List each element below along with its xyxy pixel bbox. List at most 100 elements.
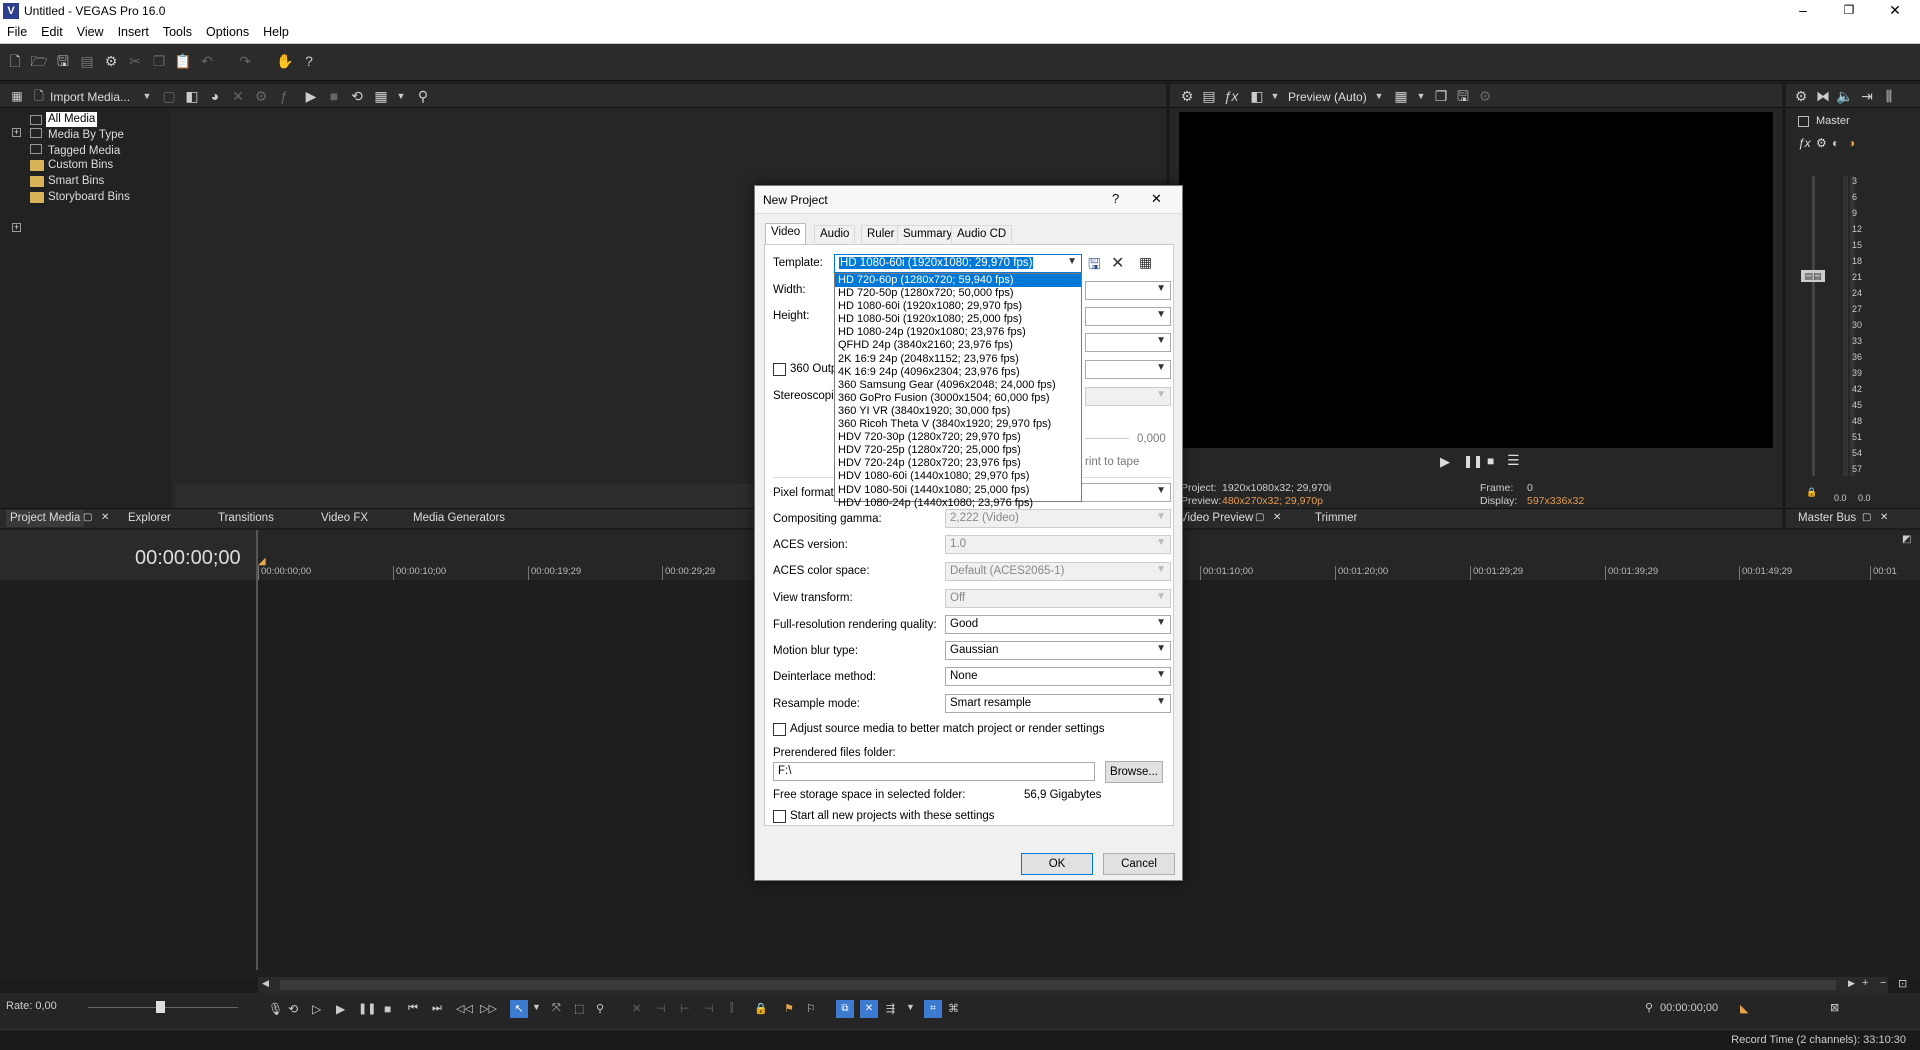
import-media-icon[interactable]: 🗋 <box>30 87 48 105</box>
tab-video-fx[interactable]: Video FX <box>321 512 368 524</box>
tab-project-media[interactable]: Project Media <box>6 510 85 527</box>
dim-output-icon[interactable]: ⇥ <box>1858 87 1876 105</box>
go-to-end-icon[interactable]: ⏭ <box>432 1002 442 1015</box>
get-media-icon[interactable]: ◧ <box>183 87 201 105</box>
dialog-help-button[interactable]: ? <box>1112 191 1119 206</box>
redo-icon[interactable]: ↷ <box>236 52 254 70</box>
timeline-marker-icon[interactable]: ◩ <box>1902 534 1911 545</box>
template-option[interactable]: HDV 720-25p (1280x720; 25,000 fps) <box>835 444 1081 457</box>
settings-wheel-icon[interactable]: ⚙ <box>1476 87 1494 105</box>
template-option[interactable]: HDV 1080-60i (1440x1080; 29,970 fps) <box>835 470 1081 483</box>
close-window-button[interactable]: ✕ <box>1872 0 1918 22</box>
go-to-start-icon[interactable]: ⏮ <box>408 1002 418 1015</box>
ripple-dropdown-icon[interactable]: ▼ <box>906 1002 915 1012</box>
template-option[interactable]: 360 Ricoh Theta V (3840x1920; 29,970 fps… <box>835 418 1081 431</box>
remove-media-icon[interactable]: ✕ <box>229 87 247 105</box>
preview-menu-icon[interactable]: ☰ <box>1507 452 1520 469</box>
menu-insert[interactable]: Insert <box>111 22 156 42</box>
previous-frame-icon[interactable]: ◁◁ <box>456 1002 473 1015</box>
preview-pause-icon[interactable]: ❚❚ <box>1463 454 1483 468</box>
delete-icon[interactable]: ✕ <box>632 1002 641 1015</box>
tab-maximize-icon[interactable]: ▢ <box>83 512 92 523</box>
zoom-in-icon[interactable]: + <box>1862 977 1868 989</box>
template-option[interactable]: HDV 720-30p (1280x720; 29,970 fps) <box>835 431 1081 444</box>
aces-color-space-dropdown[interactable]: Default (ACES2065-1) ▼ <box>945 562 1171 581</box>
tab-summary[interactable]: Summary <box>897 225 959 243</box>
zoom-tool-icon[interactable]: ⚲ <box>596 1002 604 1015</box>
view-mode-icon[interactable]: ▦ <box>372 87 390 105</box>
ok-button[interactable]: OK <box>1021 853 1093 875</box>
tree-all-media[interactable]: All Media <box>46 112 98 127</box>
360-output-checkbox[interactable] <box>773 363 786 376</box>
play-icon[interactable]: ▶ <box>336 1002 345 1016</box>
adjust-source-checkbox[interactable] <box>773 723 786 736</box>
template-option[interactable]: 360 YI VR (3840x1920; 30,000 fps) <box>835 405 1081 418</box>
width-field[interactable]: ▼ <box>1085 281 1171 300</box>
timeline-hscroll[interactable]: ◀ ▶ <box>258 977 1888 993</box>
pause-icon[interactable]: ❚❚ <box>358 1002 376 1015</box>
template-option[interactable]: HDV 1080-50i (1440x1080; 25,000 fps) <box>835 484 1081 497</box>
tab-audio[interactable]: Audio <box>814 225 856 243</box>
selection-tool-icon[interactable]: ⬚ <box>574 1002 584 1015</box>
lock-icon[interactable]: 🔒 <box>754 1002 768 1015</box>
quality-dropdown-arrow-icon[interactable]: ▼ <box>1370 87 1388 105</box>
preview-play-icon[interactable]: ▶ <box>1440 454 1450 470</box>
tab-master-bus[interactable]: Master Bus <box>1798 512 1856 524</box>
mixer-faders-icon[interactable]: ⫼ <box>1880 87 1898 105</box>
prerendered-folder-input[interactable]: F:\ <box>773 762 1095 781</box>
scroll-thumb[interactable] <box>280 980 1836 990</box>
preview-properties-gear-icon[interactable]: ⚙ <box>1178 87 1196 105</box>
record-icon[interactable]: 🎙 <box>268 1002 283 1016</box>
menu-file[interactable]: File <box>0 22 34 42</box>
resample-dropdown[interactable]: Smart resample ▼ <box>945 694 1171 713</box>
copy-icon[interactable]: ❐ <box>150 52 168 70</box>
overlays-dropdown-arrow-icon[interactable]: ▼ <box>1412 87 1430 105</box>
tab-ruler[interactable]: Ruler <box>861 225 901 243</box>
rendering-quality-dropdown[interactable]: Good ▼ <box>945 615 1171 634</box>
tab-media-generators[interactable]: Media Generators <box>413 512 505 524</box>
preview-stop-icon[interactable]: ■ <box>1487 454 1494 468</box>
tab-transitions[interactable]: Transitions <box>218 512 274 524</box>
stereoscopic-dropdown[interactable]: ▼ <box>1085 387 1171 406</box>
minimize-button[interactable]: – <box>1780 0 1826 22</box>
field-order-dropdown[interactable]: ▼ <box>1085 333 1171 352</box>
video-fx-icon[interactable]: ƒx <box>1222 87 1240 105</box>
restore-button[interactable]: ❐ <box>1826 0 1872 22</box>
360-output-dropdown[interactable]: ▼ <box>1085 360 1171 379</box>
master-solo-icon[interactable]: ◑ <box>1848 136 1855 150</box>
auto-crossfade-icon[interactable]: ✕ <box>860 1000 878 1018</box>
edit-tool-dropdown-icon[interactable]: ▼ <box>532 1002 541 1012</box>
speaker-icon[interactable]: 🔈 <box>1836 87 1854 105</box>
deinterlace-dropdown[interactable]: None ▼ <box>945 667 1171 686</box>
paste-icon[interactable]: 📋 <box>174 52 192 70</box>
timeline-timecode[interactable]: 00:00:00;00 <box>135 547 241 570</box>
preview-tab-maximize-icon[interactable]: ▢ <box>1255 512 1264 523</box>
cut-icon[interactable]: ✂ <box>126 52 144 70</box>
compositing-gamma-dropdown[interactable]: 2,222 (Video) ▼ <box>945 509 1171 528</box>
stop-icon[interactable]: ■ <box>384 1002 391 1016</box>
master-fx-icon[interactable]: ƒx <box>1798 136 1811 150</box>
master-fader-handle[interactable]: ▤▤ <box>1801 270 1825 282</box>
tab-trimmer[interactable]: Trimmer <box>1315 512 1357 524</box>
overlays-grid-icon[interactable]: ▦ <box>1392 87 1410 105</box>
zoom-fit-icon[interactable]: ⊡ <box>1898 977 1907 990</box>
views-icon[interactable]: ▦ <box>8 87 26 105</box>
tree-custom-bins[interactable]: Custom Bins <box>46 158 115 173</box>
menu-tools[interactable]: Tools <box>156 22 199 42</box>
split-screen-icon[interactable]: ◧ <box>1248 87 1266 105</box>
template-option[interactable]: QFHD 24p (3840x2160; 23,976 fps) <box>835 339 1081 352</box>
template-option[interactable]: HDV 720-24p (1280x720; 23,976 fps) <box>835 457 1081 470</box>
envelope-tool-icon[interactable]: ⤧ <box>552 1002 561 1015</box>
insert-marker-icon[interactable]: ⚑ <box>784 1002 794 1015</box>
template-option[interactable]: HD 720-50p (1280x720; 50,000 fps) <box>835 287 1081 300</box>
master-tab-maximize-icon[interactable]: ▢ <box>1862 512 1871 523</box>
template-dropdown[interactable]: HD 1080-60i (1920x1080; 29,970 fps) ▼ <box>834 254 1082 273</box>
split-dropdown-arrow-icon[interactable]: ▼ <box>1266 87 1284 105</box>
dialog-close-button[interactable]: ✕ <box>1151 191 1162 207</box>
master-mute-icon[interactable]: ◐ <box>1832 136 1839 150</box>
capture-icon[interactable]: ▢ <box>160 87 178 105</box>
menu-edit[interactable]: Edit <box>34 22 70 42</box>
online-help-icon[interactable]: ✋ <box>276 52 294 70</box>
template-option[interactable]: HD 720-60p (1280x720; 59,940 fps) <box>835 274 1081 288</box>
web-media-icon[interactable]: ◕ <box>206 87 224 105</box>
